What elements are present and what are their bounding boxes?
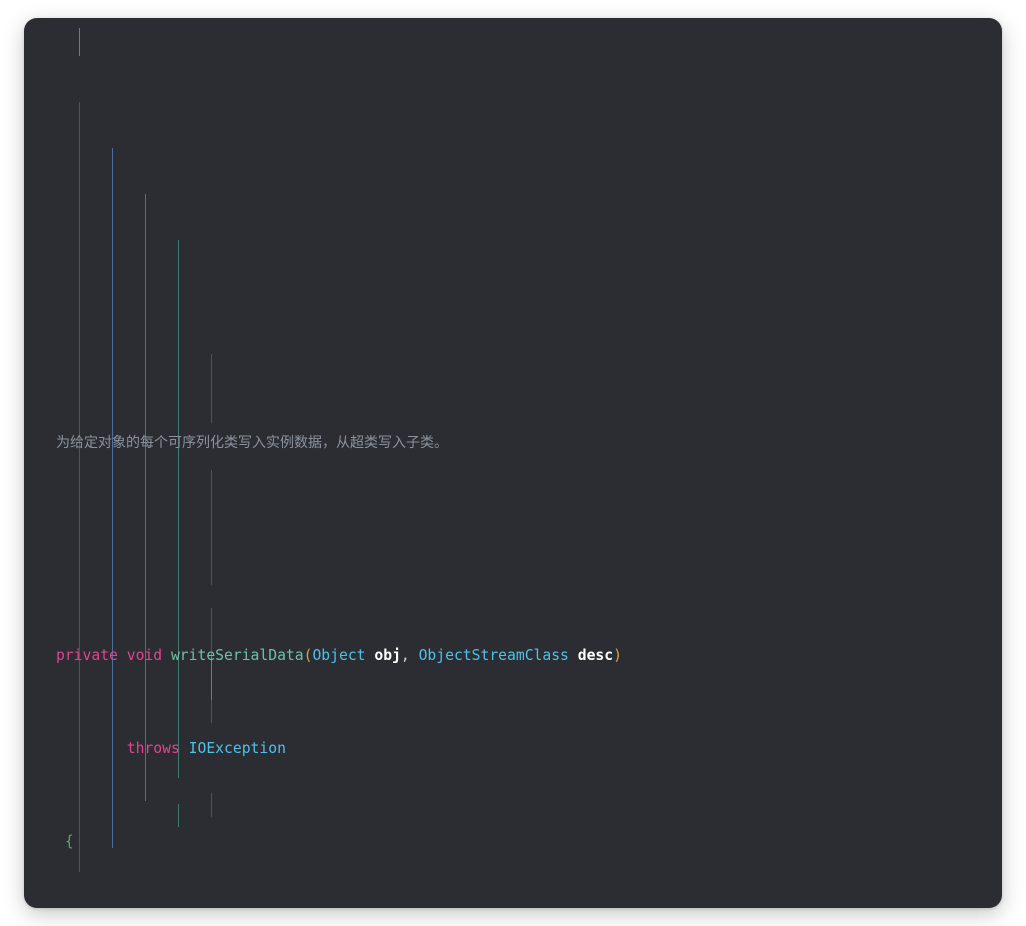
code-line-open-brace: { [24,830,1002,853]
indent-guide-level3b [178,804,179,827]
doc-comment: 为给定对象的每个可序列化类写入实例数据，从超类写入子类。 [24,428,1002,458]
comma: , [400,647,419,665]
indent-guide-level2 [145,194,146,801]
type-ioexception: IOException [188,739,286,757]
indent-guide-level3 [178,240,179,778]
kw-void: void [126,647,163,665]
param-type-osc: ObjectStreamClass [418,647,569,665]
method-name: writeSerialData [170,647,304,665]
code-line-signature: private void writeSerialData(Object obj,… [24,644,1002,667]
doc-comment-text: 为给定对象的每个可序列化类写入实例数据，从超类写入子类。 [56,435,448,452]
code-editor-body[interactable]: 为给定对象的每个可序列化类写入实例数据，从超类写入子类。 private voi… [24,18,1002,908]
kw-private: private [56,647,118,665]
param-desc: desc [577,647,614,665]
param-type-object: Object [312,647,366,665]
screenshot-root: 为给定对象的每个可序列化类写入实例数据，从超类写入子类。 private voi… [0,0,1026,926]
indent-guide-level4d [211,793,212,817]
code-line-throws: throws IOException [24,737,1002,760]
kw-throws: throws [126,739,180,757]
brace-method-open: { [64,832,74,850]
indent-guide-comment [79,28,80,56]
paren-close: ) [613,647,622,665]
param-obj: obj [374,647,401,665]
code-snippet-card: 为给定对象的每个可序列化类写入实例数据，从超类写入子类。 private voi… [24,18,1002,908]
indent-guide-level4a [211,354,212,423]
